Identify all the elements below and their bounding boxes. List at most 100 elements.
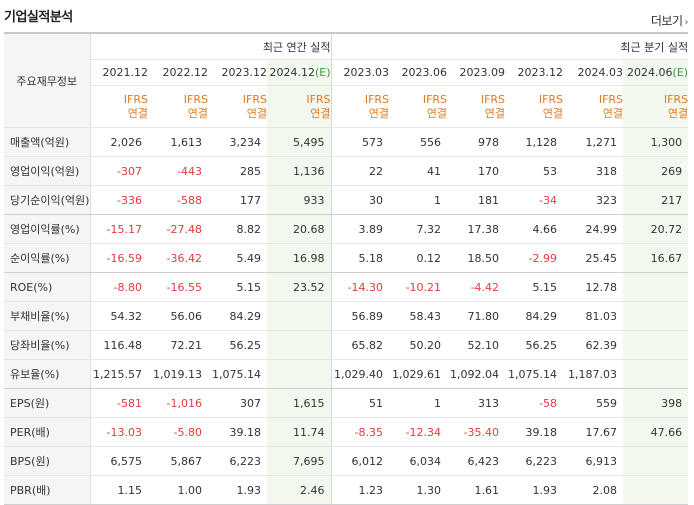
table-cell: -36.42 [148,243,208,273]
financial-table-body: 매출액(억원) 2,026 1,613 3,234 5,495 573 556 978 1,12… [4,127,689,505]
row-label: PER(배) [4,417,91,447]
table-cell: 307 [208,388,267,418]
table-cell: 7.32 [389,214,448,244]
table-cell: 0.12 [389,243,448,273]
estimate-marker: (E) [314,66,331,79]
row-label: 당기순이익(억원) [4,185,91,215]
table-cell: 50.20 [389,330,448,360]
table-cell: 5.49 [208,243,267,273]
table-cell: 12.78 [563,272,624,302]
period-header: 2022.12 [148,59,208,86]
table-cell: 56.06 [148,301,208,331]
table-cell: 65.82 [331,330,390,360]
table-cell: -8.35 [331,417,390,447]
more-link[interactable]: 더보기 › [650,12,689,29]
table-cell: 6,034 [389,446,448,476]
period-header: 2024.03 [563,59,624,86]
table-row: 영업이익(억원) -307 -443 285 1,136 22 41 170 53 318 269 [4,156,689,186]
table-cell: 7,695 [267,446,332,476]
table-cell: 3,234 [208,127,267,157]
table-cell: 116.48 [90,330,148,360]
ifrs-standard: IFRS [480,92,506,106]
table-cell: 84.29 [505,301,564,331]
table-cell: 285 [208,156,267,186]
table-cell: 6,012 [331,446,390,476]
period-header: 2021.12 [90,59,148,86]
table-cell: 56.25 [505,330,564,360]
table-cell: 17.38 [447,214,506,244]
row-label: 유보율(%) [4,359,91,389]
table-cell: 23.52 [267,272,332,302]
title-bar: 기업실적분석 더보기 › [0,0,694,32]
table-cell: -12.34 [389,417,448,447]
table-cell: -58 [505,388,564,418]
table-cell: 323 [563,185,624,215]
ifrs-standard: IFRS [663,92,689,106]
ifrs-consolidated: 연결 [246,106,267,120]
table-cell: 5.15 [505,272,564,302]
table-cell: 6,223 [505,446,564,476]
table-cell: -16.55 [148,272,208,302]
period-header: 2024.06(E) [623,59,689,86]
table-cell: 6,423 [447,446,506,476]
ifrs-label: IFRS 연결 [389,85,448,128]
table-cell: 1,136 [267,156,332,186]
row-label: EPS(원) [4,388,91,418]
financial-table: 주요재무정보 최근 연간 실적 최근 분기 실적 2021.12 2022.12 2… [4,32,689,505]
table-row: PER(배) -13.03 -5.80 39.18 11.74 -8.35 -12.34 -3… [4,417,689,447]
table-cell: 1,029.61 [389,359,448,389]
table-cell: 16.67 [623,243,689,273]
period-label: 2023.09 [459,66,506,79]
table-cell: 1.15 [90,475,148,505]
table-cell: 556 [389,127,448,157]
ifrs-label: IFRS 연결 [90,85,148,128]
table-cell: 1,029.40 [331,359,390,389]
ifrs-label: IFRS 연결 [505,85,564,128]
table-cell: 1.61 [447,475,506,505]
row-label: 영업이익률(%) [4,214,91,244]
page-title: 기업실적분석 [4,10,73,25]
table-row: ROE(%) -8.80 -16.55 5.15 23.52 -14.30 -10.21 -4… [4,272,689,302]
table-cell: -336 [90,185,148,215]
ifrs-consolidated: 연결 [426,106,448,120]
table-cell: 1.30 [389,475,448,505]
table-cell: 84.29 [208,301,267,331]
ifrs-standard: IFRS [364,92,390,106]
table-cell: -1,016 [148,388,208,418]
table-cell: 6,913 [563,446,624,476]
table-cell: -307 [90,156,148,186]
table-cell: 1,075.14 [505,359,564,389]
table-row: 매출액(억원) 2,026 1,613 3,234 5,495 573 556 978 1,12… [4,127,689,157]
ifrs-standard: IFRS [422,92,448,106]
ifrs-consolidated: 연결 [368,106,390,120]
table-cell: 5.15 [208,272,267,302]
table-cell: 398 [623,388,689,418]
table-cell: 6,223 [208,446,267,476]
table-cell: 2,026 [90,127,148,157]
table-cell: 20.68 [267,214,332,244]
estimate-marker: (E) [672,66,689,79]
table-row: 순이익률(%) -16.59 -36.42 5.49 16.98 5.18 0.12 18.5… [4,243,689,273]
period-label: 2023.03 [343,66,390,79]
table-cell: -2.99 [505,243,564,273]
ifrs-consolidated: 연결 [310,106,331,120]
table-cell: 62.39 [563,330,624,360]
more-link-label: 더보기 [650,14,683,28]
period-header: 2024.12(E) [267,59,332,86]
table-cell: 5,495 [267,127,332,157]
period-label: 2023.12 [221,66,268,79]
table-cell: -35.40 [447,417,506,447]
table-cell: 22 [331,156,390,186]
table-cell: 25.45 [563,243,624,273]
table-cell: 20.72 [623,214,689,244]
table-cell: 313 [447,388,506,418]
table-cell: 47.66 [623,417,689,447]
table-cell: 81.03 [563,301,624,331]
table-cell [267,301,332,331]
table-cell: 1.93 [208,475,267,505]
ifrs-standard: IFRS [538,92,564,106]
table-cell: -581 [90,388,148,418]
table-cell: 72.21 [148,330,208,360]
table-cell: 5.18 [331,243,390,273]
table-cell: 1,615 [267,388,332,418]
